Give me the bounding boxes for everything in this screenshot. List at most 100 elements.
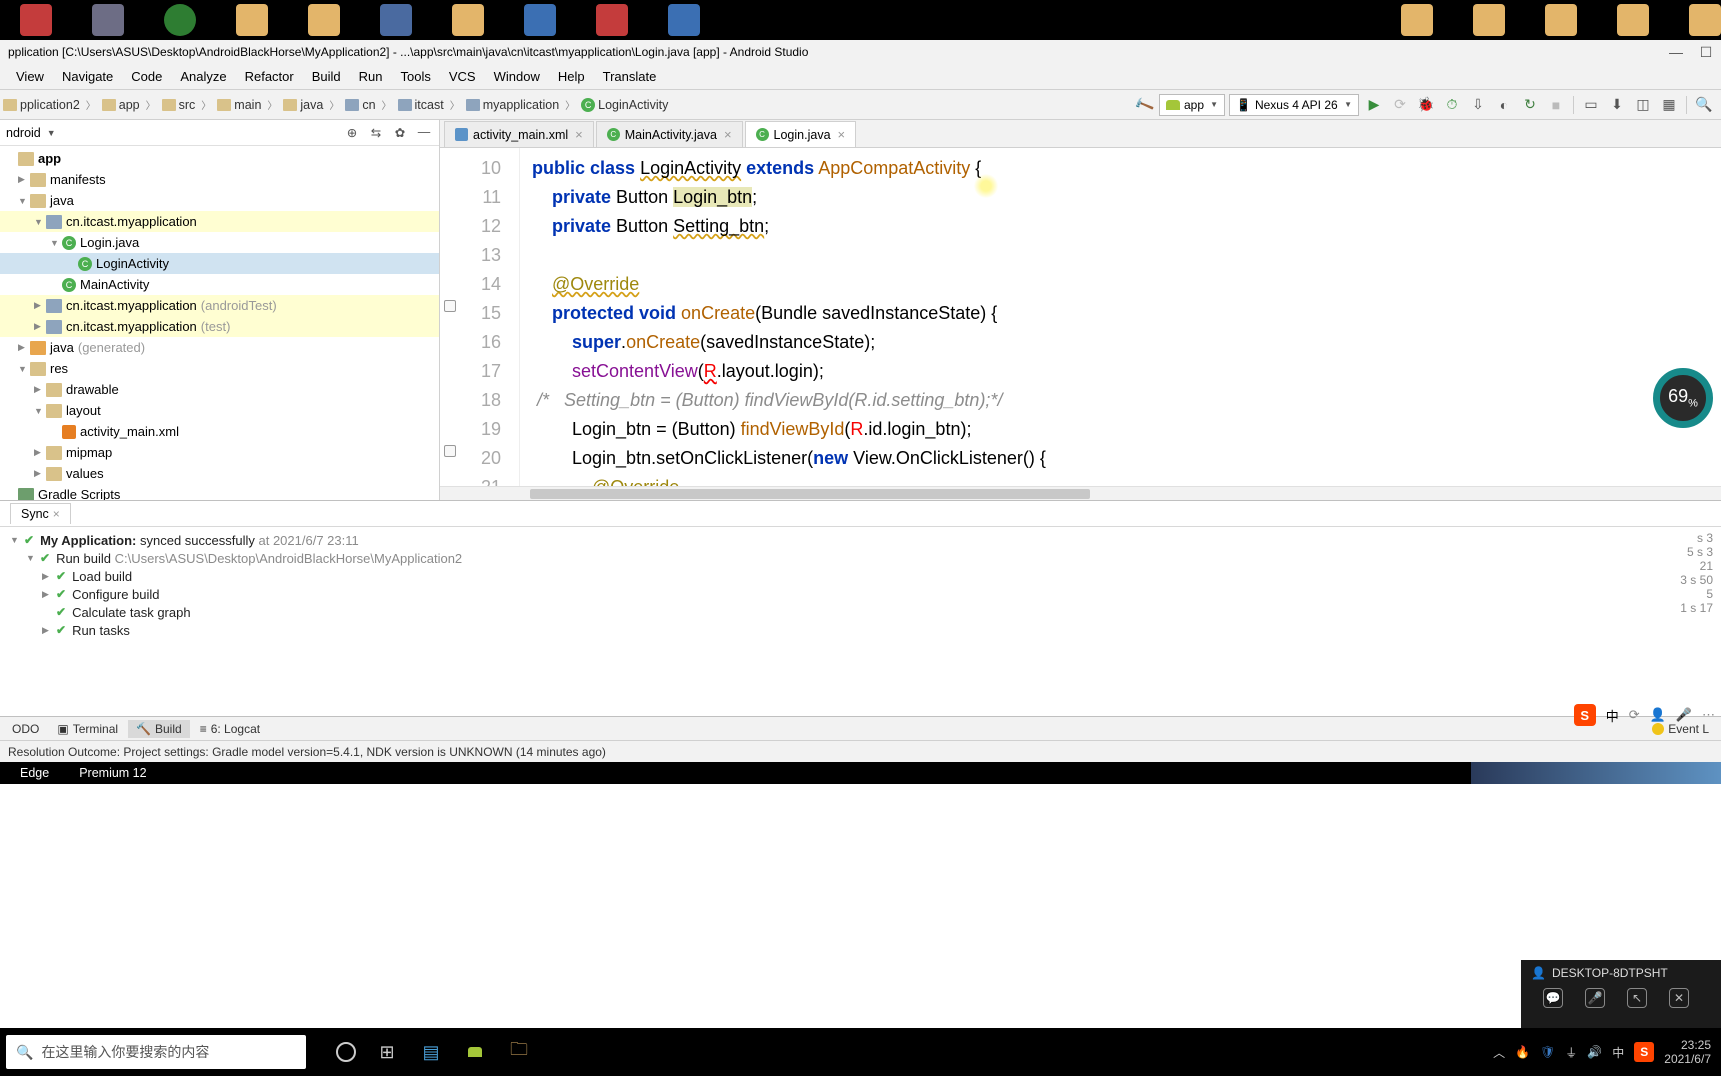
apply-changes-button[interactable]: ⟳ (1389, 94, 1411, 116)
tray-chevron-icon[interactable]: ︿ (1493, 1044, 1505, 1061)
menu-refactor[interactable]: Refactor (237, 66, 302, 87)
build-hammer-icon[interactable]: 🔨 (1129, 90, 1158, 119)
resource-manager-button[interactable]: ▦ (1658, 94, 1680, 116)
override-marker-icon[interactable] (444, 300, 456, 312)
crumb-app[interactable]: app (99, 96, 143, 114)
tree-java[interactable]: ▼java (0, 190, 439, 211)
build-tab[interactable]: 🔨Build (128, 720, 190, 738)
tree-gradle-scripts[interactable]: Gradle Scripts (0, 484, 439, 500)
taskbar-app-icon[interactable] (20, 4, 52, 36)
close-icon[interactable]: × (838, 127, 846, 142)
crumb-src[interactable]: src (159, 96, 199, 114)
profiler-button[interactable]: ⏱ (1441, 94, 1463, 116)
menu-vcs[interactable]: VCS (441, 66, 484, 87)
tree-drawable[interactable]: ▶drawable (0, 379, 439, 400)
menu-view[interactable]: View (8, 66, 52, 87)
mic-icon[interactable]: 🎤 (1585, 988, 1605, 1008)
run-button[interactable]: ▶ (1363, 94, 1385, 116)
target-icon[interactable]: ⊕ (343, 125, 361, 140)
scrollbar-thumb[interactable] (530, 489, 1090, 499)
project-view-selector[interactable]: ndroid (6, 126, 41, 140)
pointer-icon[interactable]: ↖ (1627, 988, 1647, 1008)
cortana-icon[interactable] (336, 1042, 356, 1062)
tab-activity-main-xml[interactable]: activity_main.xml× (444, 121, 594, 147)
tree-login-activity[interactable]: CLoginActivity (0, 253, 439, 274)
mic-icon[interactable]: 🎤 (1676, 707, 1692, 723)
system-clock[interactable]: 23:252021/6/7 (1664, 1038, 1711, 1066)
tray-shield-icon[interactable]: 🛡 (1540, 1045, 1555, 1059)
taskbar-app-icon[interactable] (596, 4, 628, 36)
tree-java-generated[interactable]: ▶java(generated) (0, 337, 439, 358)
system-tray[interactable]: ︿ 🔥 🛡 ⏚ 🔊 中 S 23:252021/6/7 (1493, 1038, 1721, 1066)
tree-manifests[interactable]: ▶manifests (0, 169, 439, 190)
sdk-manager-button[interactable]: ⬇ (1606, 94, 1628, 116)
taskbar-app-icon[interactable] (92, 4, 124, 36)
tree-pkg-androidtest[interactable]: ▶cn.itcast.myapplication(androidTest) (0, 295, 439, 316)
user-icon[interactable]: 👤 (1650, 707, 1666, 723)
perf-badge[interactable]: 69% (1653, 368, 1713, 428)
terminal-tab[interactable]: ▣Terminal (49, 720, 126, 738)
taskbar-app[interactable]: ▤ (418, 1039, 444, 1065)
stop-button[interactable]: ■ (1545, 94, 1567, 116)
line-gutter[interactable]: 101112131415161718192021 (440, 148, 520, 486)
windows-search-box[interactable]: 🔍 在这里输入你要搜索的内容 (6, 1035, 306, 1069)
menu-tools[interactable]: Tools (393, 66, 439, 87)
collapse-icon[interactable]: ⇆ (367, 125, 385, 140)
close-icon[interactable]: × (724, 127, 732, 142)
taskbar-explorer[interactable]: 🗀 (506, 1039, 532, 1065)
todo-tab[interactable]: ODO (4, 720, 47, 738)
tree-values[interactable]: ▶values (0, 463, 439, 484)
taskbar-app-icon[interactable] (1689, 4, 1721, 36)
menu-analyze[interactable]: Analyze (172, 66, 234, 87)
crumb-project[interactable]: pplication2 (0, 96, 83, 114)
tree-layout[interactable]: ▼layout (0, 400, 439, 421)
tray-wifi-icon[interactable]: ⏚ (1565, 1044, 1577, 1061)
horizontal-scrollbar[interactable] (440, 486, 1721, 500)
close-icon[interactable]: × (575, 127, 583, 142)
tab-login-java[interactable]: CLogin.java× (745, 121, 857, 147)
more-icon[interactable]: ⋯ (1702, 707, 1715, 723)
project-tree[interactable]: app ▶manifests ▼java ▼cn.itcast.myapplic… (0, 146, 439, 500)
search-icon[interactable]: 🔍 (1693, 94, 1715, 116)
tray-icon[interactable]: 🔥 (1515, 1045, 1530, 1059)
sogou-ime-icon[interactable]: S (1634, 1042, 1654, 1062)
override-marker-icon[interactable] (444, 445, 456, 457)
crumb-java[interactable]: java (280, 96, 326, 114)
menu-code[interactable]: Code (123, 66, 170, 87)
build-tree[interactable]: ▼✔My Application: synced successfully at… (0, 527, 1661, 716)
settings-icon[interactable]: ✿ (391, 125, 409, 140)
project-panel-header[interactable]: ndroid ▼ ⊕ ⇆ ✿ — (0, 120, 439, 146)
code-editor[interactable]: 101112131415161718192021 public class Lo… (440, 148, 1721, 486)
debug-button[interactable]: 🐞 (1415, 94, 1437, 116)
tree-main-activity[interactable]: CMainActivity (0, 274, 439, 295)
menu-translate[interactable]: Translate (595, 66, 665, 87)
taskbar-app-icon[interactable] (524, 4, 556, 36)
tree-mipmap[interactable]: ▶mipmap (0, 442, 439, 463)
taskbar-app-icon[interactable] (452, 4, 484, 36)
taskbar-app-icon[interactable] (1617, 4, 1649, 36)
taskbar-app-icon[interactable] (1401, 4, 1433, 36)
close-icon[interactable]: × (53, 507, 60, 521)
sogou-ime-icon[interactable]: S (1574, 704, 1596, 726)
crumb-class[interactable]: CLoginActivity (578, 96, 671, 114)
taskbar-android-studio[interactable] (462, 1039, 488, 1065)
close-icon[interactable]: ✕ (1669, 988, 1689, 1008)
tree-pkg-main[interactable]: ▼cn.itcast.myapplication (0, 211, 439, 232)
avd-manager-button[interactable]: ▭ (1580, 94, 1602, 116)
sync-tab[interactable]: Sync× (10, 503, 71, 524)
menu-build[interactable]: Build (304, 66, 349, 87)
tab-main-activity[interactable]: CMainActivity.java× (596, 121, 743, 147)
hide-icon[interactable]: — (415, 125, 433, 140)
chat-icon[interactable]: 💬 (1543, 988, 1563, 1008)
menu-window[interactable]: Window (486, 66, 548, 87)
taskbar-app-icon[interactable] (1473, 4, 1505, 36)
code-body[interactable]: public class LoginActivity extends AppCo… (520, 148, 1721, 486)
attach-debugger-button[interactable]: ⇩ (1467, 94, 1489, 116)
tree-pkg-test[interactable]: ▶cn.itcast.myapplication(test) (0, 316, 439, 337)
tree-res[interactable]: ▼res (0, 358, 439, 379)
crumb-pkg[interactable]: myapplication (463, 96, 562, 114)
sync-cloud-icon[interactable]: ⟳ (1629, 707, 1640, 723)
menu-run[interactable]: Run (351, 66, 391, 87)
minimize-button[interactable]: — (1669, 45, 1683, 59)
taskbar-app-icon[interactable] (1545, 4, 1577, 36)
